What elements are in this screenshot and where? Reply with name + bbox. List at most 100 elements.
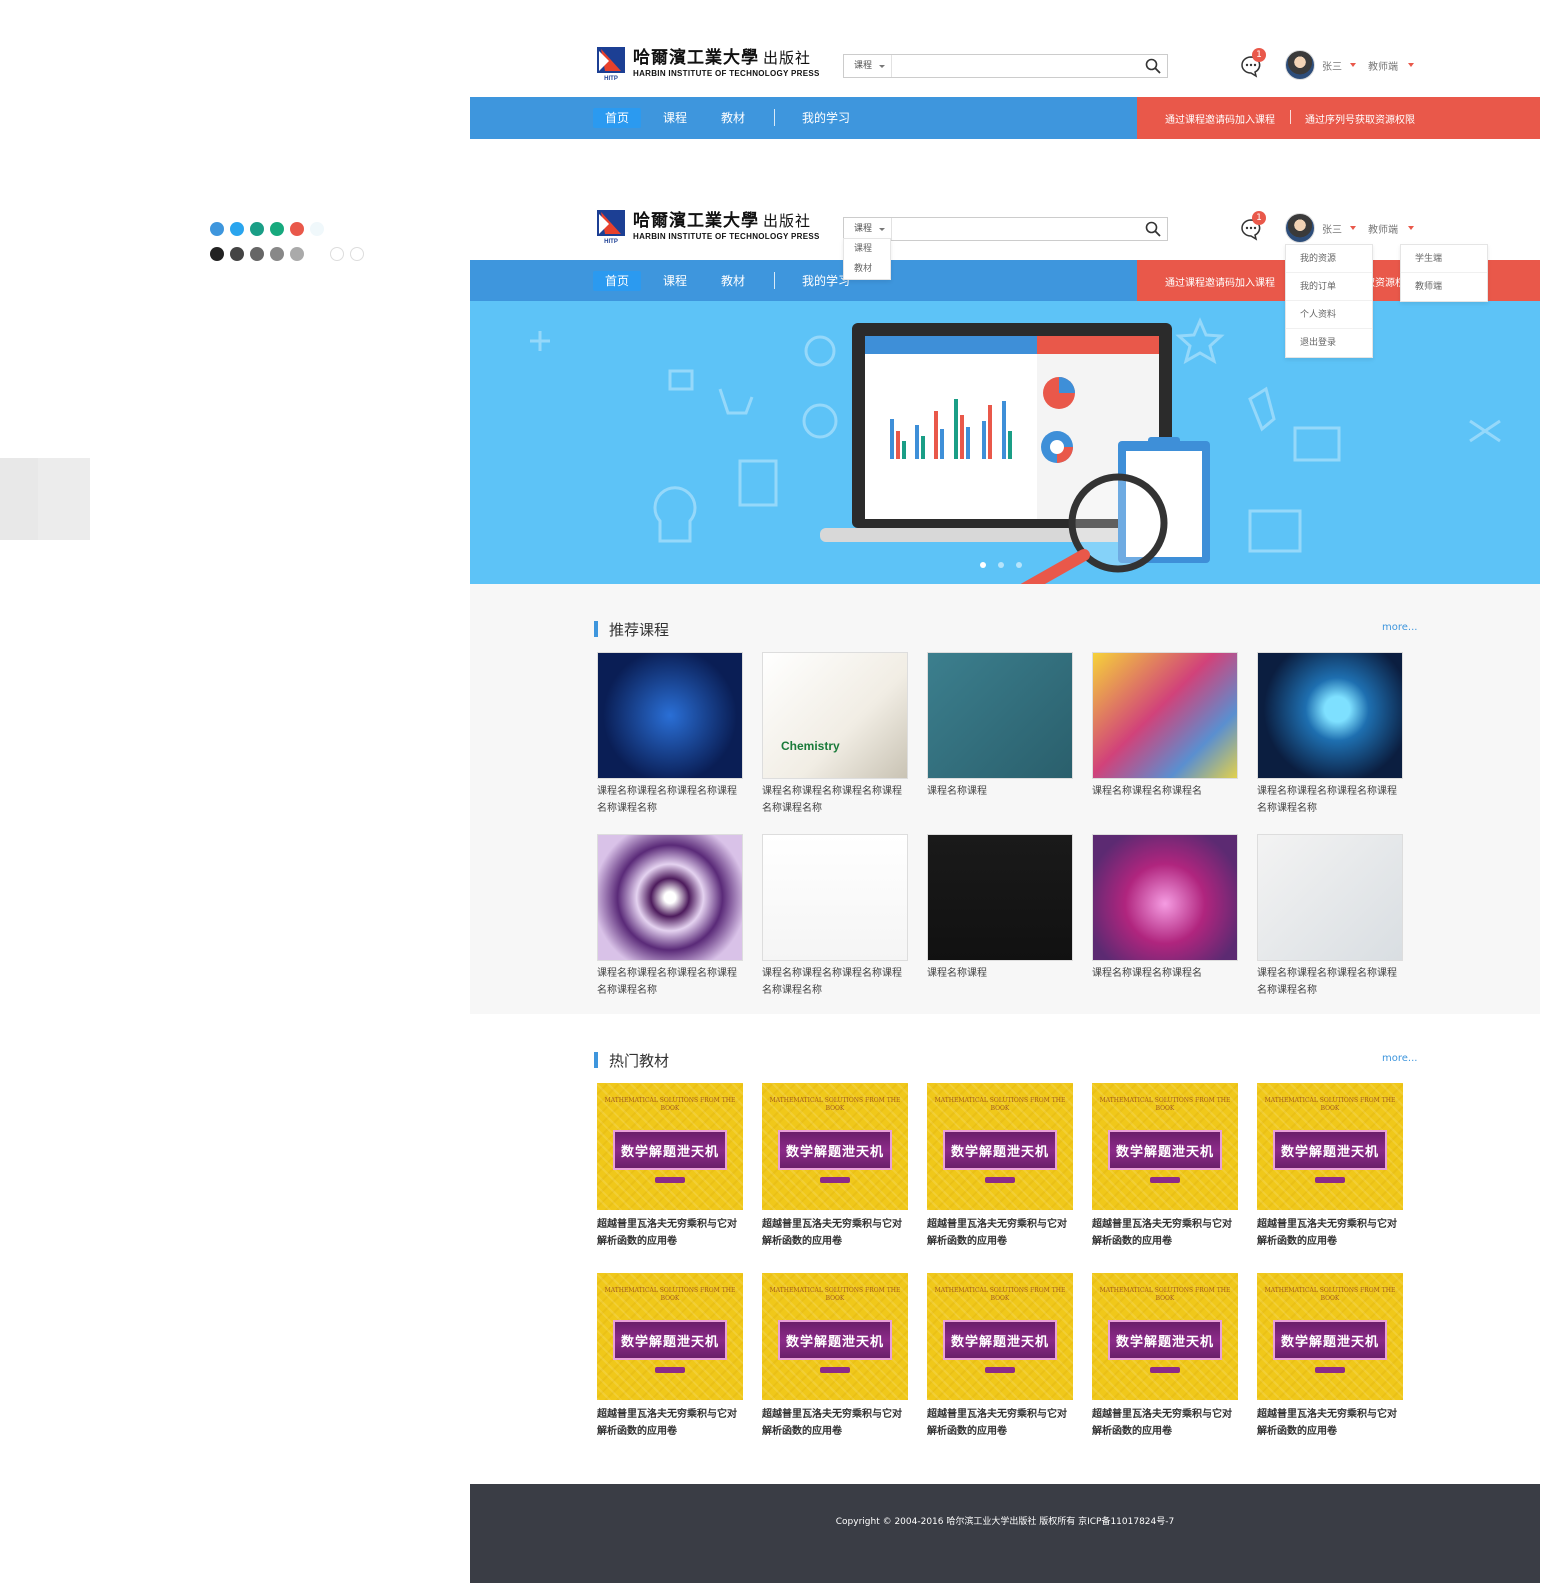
course-title[interactable]: 课程名称课程名称课程名称课程名称课程名称 bbox=[762, 965, 908, 999]
chevron-down-icon[interactable] bbox=[1350, 226, 1356, 230]
book-cover[interactable]: MATHEMATICAL SOLUTIONS FROM THE BOOK 数学解题… bbox=[762, 1273, 908, 1400]
book-cover[interactable]: MATHEMATICAL SOLUTIONS FROM THE BOOK 数学解题… bbox=[1092, 1273, 1238, 1400]
nav-courses[interactable]: 课程 bbox=[663, 108, 687, 128]
book-title[interactable]: 超越普里瓦洛夫无穷乘积与它对解析函数的应用卷 bbox=[1092, 1406, 1238, 1440]
course-title[interactable]: 课程名称课程名称课程名称课程名称课程名称 bbox=[1257, 783, 1403, 817]
menu-my-orders[interactable]: 我的订单 bbox=[1286, 273, 1372, 301]
course-thumbnail[interactable] bbox=[762, 834, 908, 961]
book-cover[interactable]: MATHEMATICAL SOLUTIONS FROM THE BOOK 数学解题… bbox=[927, 1083, 1073, 1210]
book-title[interactable]: 超越普里瓦洛夫无穷乘积与它对解析函数的应用卷 bbox=[762, 1216, 908, 1250]
course-thumbnail[interactable] bbox=[927, 834, 1073, 961]
menu-my-resources[interactable]: 我的资源 bbox=[1286, 245, 1372, 273]
book-title[interactable]: 超越普里瓦洛夫无穷乘积与它对解析函数的应用卷 bbox=[927, 1216, 1073, 1250]
search-option-course[interactable]: 课程 bbox=[844, 239, 890, 259]
site-logo[interactable]: HITP 哈爾濱工業大學 出版社 HARBIN INSTITUTE OF TECH… bbox=[597, 47, 820, 81]
book-title[interactable]: 超越普里瓦洛夫无穷乘积与它对解析函数的应用卷 bbox=[1257, 1216, 1403, 1250]
role-switch[interactable]: 教师端 bbox=[1368, 58, 1398, 73]
nav-home[interactable]: 首页 bbox=[593, 108, 642, 128]
book-cover[interactable]: MATHEMATICAL SOLUTIONS FROM THE BOOK 数学解题… bbox=[927, 1273, 1073, 1400]
book-cover[interactable]: MATHEMATICAL SOLUTIONS FROM THE BOOK 数学解题… bbox=[1257, 1083, 1403, 1210]
book-cover[interactable]: MATHEMATICAL SOLUTIONS FROM THE BOOK 数学解题… bbox=[1092, 1083, 1238, 1210]
serial-access-link[interactable]: 通过序列号获取资源权限 bbox=[1305, 111, 1415, 126]
course-thumbnail[interactable] bbox=[1257, 652, 1403, 779]
book-cover[interactable]: MATHEMATICAL SOLUTIONS FROM THE BOOK 数学解题… bbox=[762, 1083, 908, 1210]
book-title[interactable]: 超越普里瓦洛夫无穷乘积与它对解析函数的应用卷 bbox=[597, 1216, 743, 1250]
course-card[interactable]: Chemistry 课程名称课程名称课程名称课程名称课程名称 bbox=[762, 652, 908, 817]
course-card[interactable]: 课程名称课程 bbox=[927, 834, 1073, 999]
book-card[interactable]: MATHEMATICAL SOLUTIONS FROM THE BOOK 数学解题… bbox=[927, 1273, 1073, 1440]
more-link-hot-books[interactable]: more... bbox=[1382, 1053, 1417, 1064]
search-icon[interactable] bbox=[1145, 221, 1161, 237]
course-thumbnail[interactable] bbox=[1257, 834, 1403, 961]
book-title[interactable]: 超越普里瓦洛夫无穷乘积与它对解析函数的应用卷 bbox=[927, 1406, 1073, 1440]
book-cover[interactable]: MATHEMATICAL SOLUTIONS FROM THE BOOK 数学解题… bbox=[597, 1083, 743, 1210]
search-icon[interactable] bbox=[1145, 58, 1161, 74]
menu-student[interactable]: 学生端 bbox=[1401, 245, 1487, 273]
chevron-down-icon[interactable] bbox=[1350, 63, 1356, 67]
avatar[interactable] bbox=[1285, 213, 1315, 243]
menu-logout[interactable]: 退出登录 bbox=[1286, 329, 1372, 357]
course-card[interactable]: 课程名称课程名称课程名称课程名称课程名称 bbox=[1257, 834, 1403, 999]
course-thumbnail[interactable] bbox=[597, 652, 743, 779]
nav-home[interactable]: 首页 bbox=[593, 271, 642, 291]
more-link-recommend[interactable]: more... bbox=[1382, 622, 1417, 633]
site-logo[interactable]: HITP 哈爾濱工業大學 出版社 HARBIN INSTITUTE OF TECH… bbox=[597, 210, 820, 244]
course-card[interactable]: 课程名称课程 bbox=[927, 652, 1073, 817]
search-option-textbook[interactable]: 教材 bbox=[844, 259, 890, 279]
book-cover[interactable]: MATHEMATICAL SOLUTIONS FROM THE BOOK 数学解题… bbox=[597, 1273, 743, 1400]
book-card[interactable]: MATHEMATICAL SOLUTIONS FROM THE BOOK 数学解题… bbox=[1257, 1083, 1403, 1250]
course-card[interactable]: 课程名称课程名称课程名称课程名称课程名称 bbox=[597, 652, 743, 817]
nav-textbooks[interactable]: 教材 bbox=[721, 108, 745, 128]
course-card[interactable]: 课程名称课程名称课程名称课程名称课程名称 bbox=[1257, 652, 1403, 817]
carousel-dot[interactable] bbox=[980, 562, 986, 568]
nav-courses[interactable]: 课程 bbox=[663, 271, 687, 291]
join-by-invite-link[interactable]: 通过课程邀请码加入课程 bbox=[1165, 274, 1275, 289]
course-card[interactable]: 课程名称课程名称课程名称课程名称课程名称 bbox=[762, 834, 908, 999]
book-card[interactable]: MATHEMATICAL SOLUTIONS FROM THE BOOK 数学解题… bbox=[762, 1273, 908, 1440]
book-title[interactable]: 超越普里瓦洛夫无穷乘积与它对解析函数的应用卷 bbox=[597, 1406, 743, 1440]
book-card[interactable]: MATHEMATICAL SOLUTIONS FROM THE BOOK 数学解题… bbox=[1257, 1273, 1403, 1440]
course-title[interactable]: 课程名称课程 bbox=[927, 965, 1073, 999]
avatar[interactable] bbox=[1285, 50, 1315, 80]
course-thumbnail[interactable] bbox=[927, 652, 1073, 779]
course-card[interactable]: 课程名称课程名称课程名 bbox=[1092, 834, 1238, 999]
nav-textbooks[interactable]: 教材 bbox=[721, 271, 745, 291]
course-title[interactable]: 课程名称课程名称课程名称课程名称课程名称 bbox=[1257, 965, 1403, 999]
carousel-dot[interactable] bbox=[1016, 562, 1022, 568]
hero-banner[interactable] bbox=[470, 301, 1540, 584]
book-cover[interactable]: MATHEMATICAL SOLUTIONS FROM THE BOOK 数学解题… bbox=[1257, 1273, 1403, 1400]
nav-my-learning[interactable]: 我的学习 bbox=[802, 108, 850, 128]
course-thumbnail[interactable]: Chemistry bbox=[762, 652, 908, 779]
book-title[interactable]: 超越普里瓦洛夫无穷乘积与它对解析函数的应用卷 bbox=[1257, 1406, 1403, 1440]
join-by-invite-link[interactable]: 通过课程邀请码加入课程 bbox=[1165, 111, 1275, 126]
book-card[interactable]: MATHEMATICAL SOLUTIONS FROM THE BOOK 数学解题… bbox=[1092, 1273, 1238, 1440]
book-card[interactable]: MATHEMATICAL SOLUTIONS FROM THE BOOK 数学解题… bbox=[597, 1273, 743, 1440]
book-card[interactable]: MATHEMATICAL SOLUTIONS FROM THE BOOK 数学解题… bbox=[1092, 1083, 1238, 1250]
chevron-down-icon[interactable] bbox=[1408, 226, 1414, 230]
course-thumbnail[interactable] bbox=[597, 834, 743, 961]
menu-profile[interactable]: 个人资料 bbox=[1286, 301, 1372, 329]
course-thumbnail[interactable] bbox=[1092, 834, 1238, 961]
search-type-select[interactable]: 课程 bbox=[844, 218, 892, 240]
course-title[interactable]: 课程名称课程名称课程名 bbox=[1092, 783, 1238, 817]
user-name[interactable]: 张三 bbox=[1322, 221, 1342, 236]
course-card[interactable]: 课程名称课程名称课程名 bbox=[1092, 652, 1238, 817]
course-title[interactable]: 课程名称课程名称课程名称课程名称课程名称 bbox=[762, 783, 908, 817]
chevron-down-icon[interactable] bbox=[1408, 63, 1414, 67]
course-title[interactable]: 课程名称课程名称课程名称课程名称课程名称 bbox=[597, 783, 743, 817]
book-card[interactable]: MATHEMATICAL SOLUTIONS FROM THE BOOK 数学解题… bbox=[927, 1083, 1073, 1250]
course-card[interactable]: 课程名称课程名称课程名称课程名称课程名称 bbox=[597, 834, 743, 999]
book-title[interactable]: 超越普里瓦洛夫无穷乘积与它对解析函数的应用卷 bbox=[1092, 1216, 1238, 1250]
book-card[interactable]: MATHEMATICAL SOLUTIONS FROM THE BOOK 数学解题… bbox=[762, 1083, 908, 1250]
course-title[interactable]: 课程名称课程名称课程名称课程名称课程名称 bbox=[597, 965, 743, 999]
menu-teacher[interactable]: 教师端 bbox=[1401, 273, 1487, 301]
search-type-select[interactable]: 课程 bbox=[844, 55, 892, 77]
user-name[interactable]: 张三 bbox=[1322, 58, 1342, 73]
course-title[interactable]: 课程名称课程名称课程名 bbox=[1092, 965, 1238, 999]
course-title[interactable]: 课程名称课程 bbox=[927, 783, 1073, 817]
book-title[interactable]: 超越普里瓦洛夫无穷乘积与它对解析函数的应用卷 bbox=[762, 1406, 908, 1440]
book-card[interactable]: MATHEMATICAL SOLUTIONS FROM THE BOOK 数学解题… bbox=[597, 1083, 743, 1250]
role-switch[interactable]: 教师端 bbox=[1368, 221, 1398, 236]
course-thumbnail[interactable] bbox=[1092, 652, 1238, 779]
carousel-dot[interactable] bbox=[998, 562, 1004, 568]
